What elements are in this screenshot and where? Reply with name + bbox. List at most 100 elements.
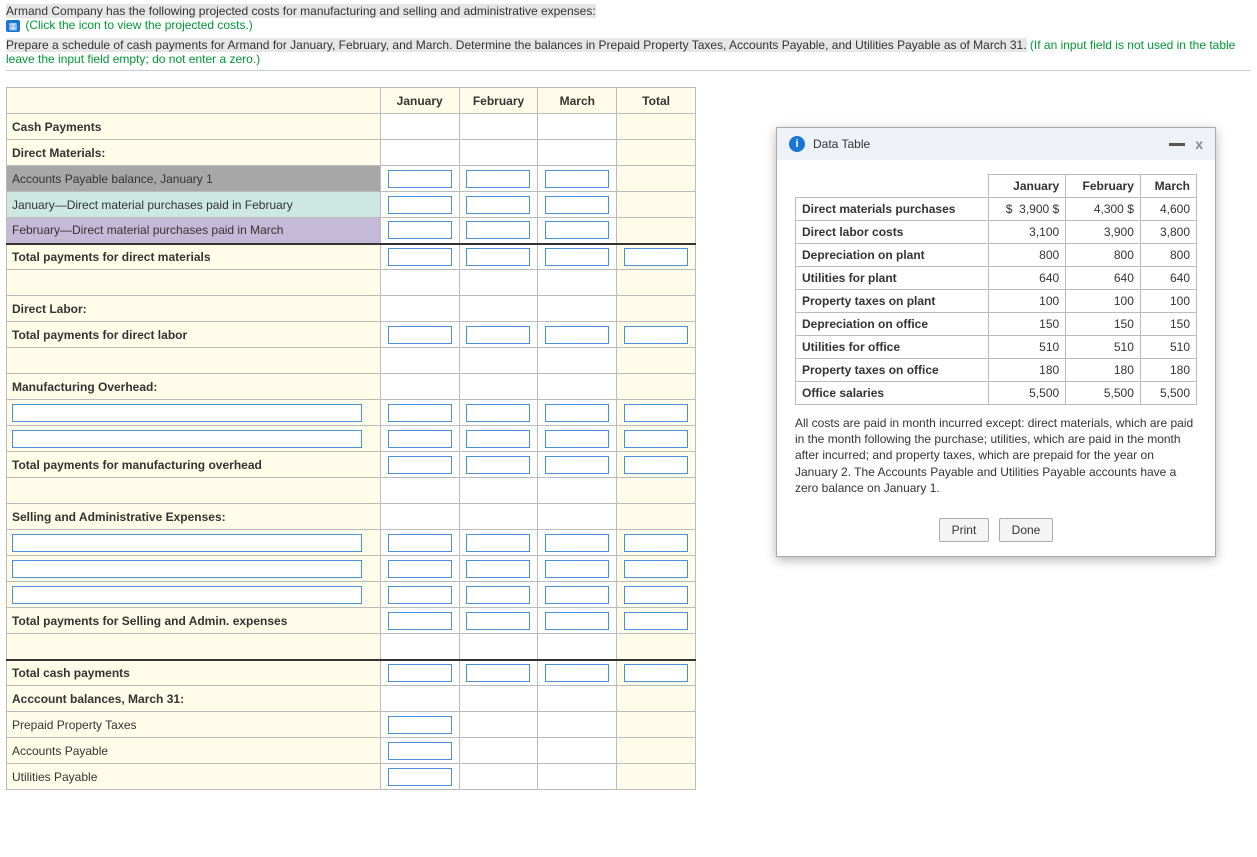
input-tot-cash-jan[interactable] xyxy=(388,664,452,682)
dt-val: 3,800 xyxy=(1140,221,1196,244)
close-icon[interactable]: x xyxy=(1195,136,1203,152)
row-moh-hdr: Manufacturing Overhead: xyxy=(7,374,381,400)
row-up: Utilities Payable xyxy=(7,764,381,790)
cash-payments-schedule: January February March Total Cash Paymen… xyxy=(6,87,696,790)
dt-val: 150 xyxy=(989,313,1066,336)
input-tot-sga-tot[interactable] xyxy=(624,612,688,630)
input-tot-dm-mar[interactable] xyxy=(545,248,609,266)
input-ap-mar31[interactable] xyxy=(388,742,452,760)
input-moh-line2-jan[interactable] xyxy=(388,430,452,448)
input-jan-dm-feb-jan[interactable] xyxy=(388,196,452,214)
row-direct-materials-hdr: Direct Materials: xyxy=(7,140,381,166)
row-total-dl: Total payments for direct labor xyxy=(7,322,381,348)
input-sga-line3-tot[interactable] xyxy=(624,586,688,604)
input-sga-line2-feb[interactable] xyxy=(466,560,530,578)
done-button[interactable]: Done xyxy=(999,518,1054,542)
dt-val: 800 xyxy=(1066,244,1141,267)
input-tot-dl-tot[interactable] xyxy=(624,326,688,344)
input-moh-line2-label[interactable] xyxy=(12,430,362,448)
input-tot-sga-jan[interactable] xyxy=(388,612,452,630)
input-moh-line2-mar[interactable] xyxy=(545,430,609,448)
input-sga-line1-tot[interactable] xyxy=(624,534,688,552)
input-ap-jan1-jan[interactable] xyxy=(388,170,452,188)
row-ap-jan1: Accounts Payable balance, January 1 xyxy=(7,166,381,192)
dt-val: 3,100 xyxy=(989,221,1066,244)
input-ap-jan1-feb[interactable] xyxy=(466,170,530,188)
dt-currency: $ xyxy=(1053,202,1060,216)
input-feb-dm-mar-mar[interactable] xyxy=(545,221,609,239)
input-tot-sga-feb[interactable] xyxy=(466,612,530,630)
input-sga-line1-label[interactable] xyxy=(12,534,362,552)
dt-val: 3,900 xyxy=(1019,202,1049,216)
input-ap-jan1-mar[interactable] xyxy=(545,170,609,188)
minimize-icon[interactable] xyxy=(1169,143,1185,146)
input-moh-line1-label[interactable] xyxy=(12,404,362,422)
input-up-mar31[interactable] xyxy=(388,768,452,786)
dt-val: 800 xyxy=(1140,244,1196,267)
dt-val: 100 xyxy=(1066,290,1141,313)
input-tot-cash-mar[interactable] xyxy=(545,664,609,682)
input-tot-dm-feb[interactable] xyxy=(466,248,530,266)
input-tot-dm-jan[interactable] xyxy=(388,248,452,266)
row-total-cash: Total cash payments xyxy=(7,660,381,686)
dt-val: 100 xyxy=(1140,290,1196,313)
input-sga-line2-jan[interactable] xyxy=(388,560,452,578)
input-sga-line2-mar[interactable] xyxy=(545,560,609,578)
input-tot-dm-tot[interactable] xyxy=(624,248,688,266)
print-button[interactable]: Print xyxy=(939,518,990,542)
data-table-modal: i Data Table x January February March Di… xyxy=(776,127,1216,557)
input-prepaid-pt[interactable] xyxy=(388,716,452,734)
input-tot-moh-tot[interactable] xyxy=(624,456,688,474)
dt-val: 640 xyxy=(989,267,1066,290)
input-moh-line1-feb[interactable] xyxy=(466,404,530,422)
dt-val: 5,500 xyxy=(1140,382,1196,405)
table-icon[interactable]: ▦ xyxy=(6,20,20,32)
input-sga-line3-feb[interactable] xyxy=(466,586,530,604)
input-tot-dl-mar[interactable] xyxy=(545,326,609,344)
input-tot-moh-jan[interactable] xyxy=(388,456,452,474)
dt-val: 510 xyxy=(1066,336,1141,359)
input-jan-dm-feb-mar[interactable] xyxy=(545,196,609,214)
input-moh-line2-feb[interactable] xyxy=(466,430,530,448)
dt-row-label: Direct materials purchases xyxy=(796,198,989,221)
input-tot-sga-mar[interactable] xyxy=(545,612,609,630)
input-moh-line1-mar[interactable] xyxy=(545,404,609,422)
row-prepaid-pt: Prepaid Property Taxes xyxy=(7,712,381,738)
dt-row-label: Property taxes on office xyxy=(796,359,989,382)
input-tot-cash-tot[interactable] xyxy=(624,664,688,682)
input-moh-line1-jan[interactable] xyxy=(388,404,452,422)
dt-val: 510 xyxy=(989,336,1066,359)
row-cash-payments: Cash Payments xyxy=(7,114,381,140)
input-jan-dm-feb-feb[interactable] xyxy=(466,196,530,214)
input-sga-line3-jan[interactable] xyxy=(388,586,452,604)
input-feb-dm-mar-feb[interactable] xyxy=(466,221,530,239)
input-sga-line1-mar[interactable] xyxy=(545,534,609,552)
dt-val: 4,300 xyxy=(1094,202,1124,216)
input-sga-line3-mar[interactable] xyxy=(545,586,609,604)
dt-row-label: Depreciation on plant xyxy=(796,244,989,267)
input-sga-line3-label[interactable] xyxy=(12,586,362,604)
row-direct-labor-hdr: Direct Labor: xyxy=(7,296,381,322)
input-feb-dm-mar-jan[interactable] xyxy=(388,221,452,239)
dt-row-label: Utilities for office xyxy=(796,336,989,359)
row-acct-bal-hdr: Acccount balances, March 31: xyxy=(7,686,381,712)
row-ap: Accounts Payable xyxy=(7,738,381,764)
row-total-moh: Total payments for manufacturing overhea… xyxy=(7,452,381,478)
input-moh-line1-tot[interactable] xyxy=(624,404,688,422)
input-sga-line1-jan[interactable] xyxy=(388,534,452,552)
problem-intro: Armand Company has the following project… xyxy=(6,4,596,18)
dt-row-label: Property taxes on plant xyxy=(796,290,989,313)
input-sga-line2-tot[interactable] xyxy=(624,560,688,578)
input-sga-line2-label[interactable] xyxy=(12,560,362,578)
input-tot-cash-feb[interactable] xyxy=(466,664,530,682)
input-sga-line1-feb[interactable] xyxy=(466,534,530,552)
row-feb-dm-mar: February—Direct material purchases paid … xyxy=(7,218,381,244)
input-tot-moh-mar[interactable] xyxy=(545,456,609,474)
input-moh-line2-tot[interactable] xyxy=(624,430,688,448)
input-tot-dl-feb[interactable] xyxy=(466,326,530,344)
view-costs-link[interactable]: (Click the icon to view the projected co… xyxy=(25,18,252,32)
col-march: March xyxy=(538,88,617,114)
input-tot-dl-jan[interactable] xyxy=(388,326,452,344)
input-tot-moh-feb[interactable] xyxy=(466,456,530,474)
problem-requirement: Prepare a schedule of cash payments for … xyxy=(6,38,1027,52)
